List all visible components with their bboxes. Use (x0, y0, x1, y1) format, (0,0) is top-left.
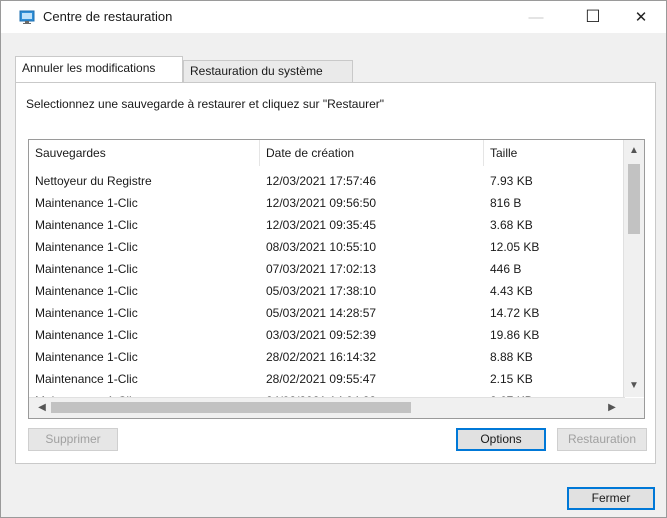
backup-size: 19.86 KB (490, 328, 540, 342)
list-row[interactable]: Maintenance 1-Clic 12/03/2021 09:35:45 3.6… (29, 214, 625, 236)
scroll-corner (624, 398, 644, 418)
delete-button[interactable]: Supprimer (28, 428, 118, 451)
backup-size: 8.88 KB (490, 350, 533, 364)
list-row[interactable]: Maintenance 1-Clic 12/03/2021 09:56:50 816… (29, 192, 625, 214)
tab-system-restore[interactable]: Restauration du système (183, 60, 353, 82)
list-row[interactable]: Nettoyeur du Registre 12/03/2021 17:57:46… (29, 170, 625, 192)
close-window-button[interactable]: ✕ (618, 1, 664, 33)
list-rows: Nettoyeur du Registre 12/03/2021 17:57:46… (29, 170, 625, 412)
list-row[interactable]: Maintenance 1-Clic 05/03/2021 17:38:10 4.4… (29, 280, 625, 302)
column-header-backups[interactable]: Sauvegardes (29, 140, 260, 166)
tab-label: Restauration du système (190, 64, 323, 78)
backup-size: 14.72 KB (490, 306, 540, 320)
maximize-button[interactable]: ☐ (570, 1, 616, 33)
list-header: Sauvegardes Date de création Taille (29, 140, 625, 166)
list-row[interactable]: Maintenance 1-Clic 03/03/2021 09:52:39 19.… (29, 324, 625, 346)
horizontal-scroll-thumb[interactable] (51, 402, 411, 413)
backup-date: 12/03/2021 17:57:46 (266, 174, 377, 188)
backup-size: 816 B (490, 196, 522, 210)
vertical-scrollbar[interactable]: ▲ ▼ (623, 140, 644, 397)
backup-date: 28/02/2021 16:14:32 (266, 350, 377, 364)
backup-size: 7.93 KB (490, 174, 533, 188)
list-row[interactable]: Maintenance 1-Clic 05/03/2021 14:28:57 14.… (29, 302, 625, 324)
minimize-button[interactable]: — (513, 1, 559, 33)
scroll-right-icon[interactable]: ▶ (603, 398, 621, 418)
instruction-text: Selectionnez une sauvegarde à restaurer … (26, 97, 385, 111)
backup-date: 28/02/2021 09:55:47 (266, 372, 377, 386)
backup-name: Maintenance 1-Clic (35, 328, 138, 342)
backup-date: 05/03/2021 17:38:10 (266, 284, 377, 298)
list-row[interactable]: Maintenance 1-Clic 07/03/2021 17:02:13 446… (29, 258, 625, 280)
backup-size: 3.68 KB (490, 218, 533, 232)
close-icon: ✕ (634, 9, 648, 26)
backup-name: Maintenance 1-Clic (35, 372, 138, 386)
minimize-icon: — (528, 8, 544, 26)
restore-center-window: Centre de restauration — ☐ ✕ Annuler les… (0, 0, 667, 518)
backup-date: 03/03/2021 09:52:39 (266, 328, 377, 342)
list-row[interactable]: Maintenance 1-Clic 28/02/2021 09:55:47 2.1… (29, 368, 625, 390)
backup-name: Maintenance 1-Clic (35, 218, 138, 232)
backup-date: 12/03/2021 09:56:50 (266, 196, 377, 210)
column-header-date[interactable]: Date de création (260, 140, 484, 166)
list-row[interactable]: Maintenance 1-Clic 08/03/2021 10:55:10 12.… (29, 236, 625, 258)
app-icon (19, 10, 35, 24)
backup-name: Nettoyeur du Registre (35, 174, 152, 188)
close-button[interactable]: Fermer (567, 487, 655, 510)
scroll-down-icon[interactable]: ▼ (624, 377, 644, 395)
backup-name: Maintenance 1-Clic (35, 240, 138, 254)
backup-name: Maintenance 1-Clic (35, 306, 138, 320)
tab-panel: Selectionnez une sauvegarde à restaurer … (15, 82, 656, 464)
horizontal-scrollbar[interactable]: ◀ ▶ (29, 397, 625, 418)
restore-button[interactable]: Restauration (557, 428, 647, 451)
title-bar[interactable]: Centre de restauration — ☐ ✕ (1, 1, 666, 33)
list-row[interactable]: Maintenance 1-Clic 28/02/2021 16:14:32 8.8… (29, 346, 625, 368)
backups-list[interactable]: Sauvegardes Date de création Taille Nett… (28, 139, 645, 419)
backup-name: Maintenance 1-Clic (35, 196, 138, 210)
backup-name: Maintenance 1-Clic (35, 284, 138, 298)
backup-size: 12.05 KB (490, 240, 540, 254)
tab-strip: Annuler les modifications Restauration d… (11, 56, 656, 82)
backup-size: 446 B (490, 262, 522, 276)
tab-label: Annuler les modifications (22, 61, 156, 75)
maximize-icon: ☐ (585, 7, 601, 26)
scroll-left-icon[interactable]: ◀ (33, 398, 51, 418)
backup-date: 07/03/2021 17:02:13 (266, 262, 377, 276)
scroll-up-icon[interactable]: ▲ (624, 142, 644, 160)
vertical-scroll-thumb[interactable] (628, 164, 640, 234)
backup-date: 08/03/2021 10:55:10 (266, 240, 377, 254)
options-button[interactable]: Options (456, 428, 546, 451)
backup-name: Maintenance 1-Clic (35, 350, 138, 364)
backup-date: 05/03/2021 14:28:57 (266, 306, 377, 320)
backup-name: Maintenance 1-Clic (35, 262, 138, 276)
backup-size: 4.43 KB (490, 284, 533, 298)
tab-undo-changes[interactable]: Annuler les modifications (15, 56, 183, 82)
column-header-size[interactable]: Taille (484, 140, 625, 166)
window-title: Centre de restauration (43, 9, 173, 24)
backup-size: 2.15 KB (490, 372, 533, 386)
backup-date: 12/03/2021 09:35:45 (266, 218, 377, 232)
